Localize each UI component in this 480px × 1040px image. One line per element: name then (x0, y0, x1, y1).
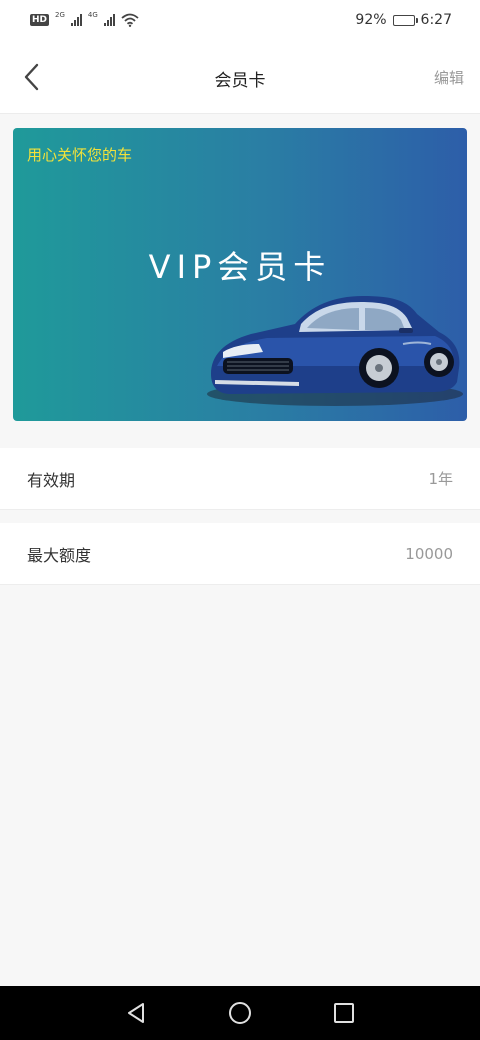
nav-header: 会员卡 编辑 (0, 40, 480, 114)
card-title: VIP会员卡 (148, 248, 332, 286)
status-left: HD 2G 4G (30, 11, 139, 27)
page-title: 会员卡 (214, 71, 266, 91)
battery-icon (392, 14, 418, 26)
square-recent-icon (334, 1003, 354, 1023)
max-amount-row: 最大额度 10000 (0, 523, 480, 585)
hd-badge: HD (30, 14, 50, 26)
card-slogan: 用心关怀您的车 (27, 146, 133, 164)
system-recent-button[interactable] (327, 996, 361, 1030)
vip-card: 用心关怀您的车 VIP会员卡 (13, 128, 467, 421)
triangle-back-icon (128, 1003, 144, 1023)
car-illustration (207, 296, 463, 406)
signal-icon (103, 14, 115, 26)
battery-percent: 92% (355, 12, 387, 28)
clock: 6:27 (420, 12, 452, 28)
signal-icon (70, 14, 82, 26)
system-nav-bar (0, 986, 480, 1040)
status-right: 92% 6:27 (355, 12, 452, 28)
system-back-button[interactable] (119, 996, 153, 1030)
max-amount-label: 最大额度 (27, 545, 92, 565)
edit-button[interactable]: 编辑 (434, 67, 464, 88)
validity-value: 1年 (428, 470, 453, 488)
card-section: 用心关怀您的车 VIP会员卡 (0, 114, 480, 444)
validity-row: 有效期 1年 (0, 448, 480, 510)
circle-home-icon (229, 1002, 251, 1024)
validity-label: 有效期 (27, 470, 76, 490)
wifi-icon (121, 13, 139, 27)
network-tag-2: 4G (87, 11, 98, 19)
status-bar: HD 2G 4G 92% 6:27 (0, 0, 480, 40)
system-home-button[interactable] (223, 996, 257, 1030)
network-tag-1: 2G (55, 11, 65, 19)
max-amount-value: 10000 (405, 544, 453, 563)
